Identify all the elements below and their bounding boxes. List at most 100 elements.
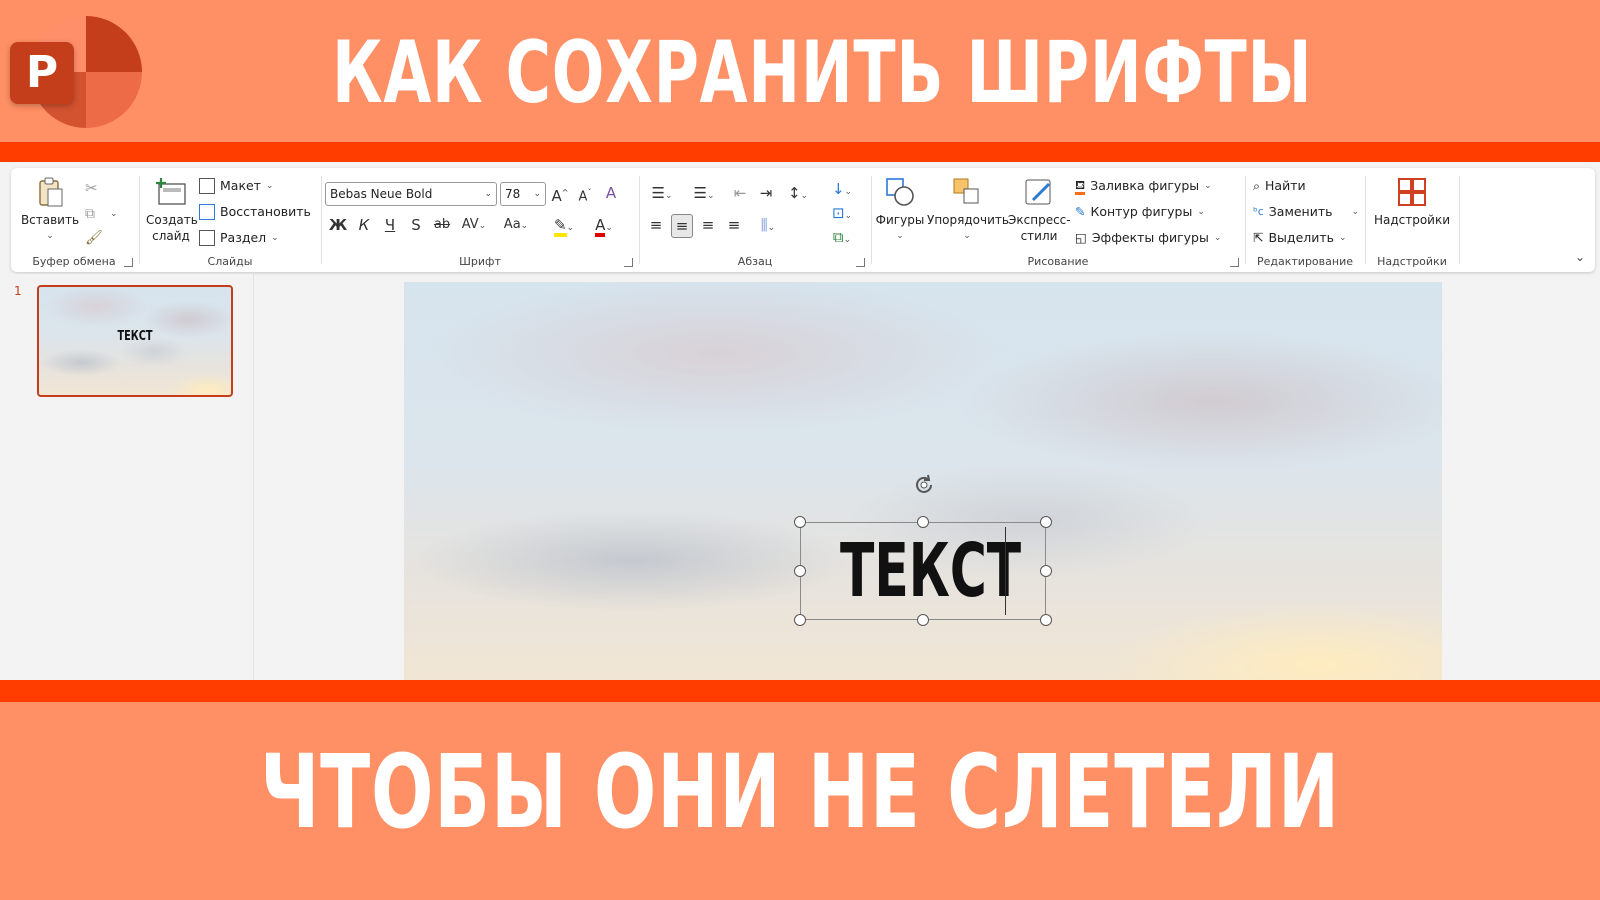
rotate-handle-icon[interactable]	[912, 473, 936, 497]
align-center-icon[interactable]: ≡	[671, 214, 693, 238]
resize-handle-top-right[interactable]	[1040, 516, 1052, 528]
paragraph-label: Абзац	[737, 255, 773, 268]
grow-font-button[interactable]: A^	[549, 182, 571, 207]
format-painter-button[interactable]: 🖌	[85, 228, 103, 248]
numbering-icon: ☰	[693, 184, 707, 202]
powerpoint-window: Вставить ⌄ ✂ ⧉ ⌄ 🖌 Буфер обмена Создать с…	[0, 162, 1600, 680]
select-button[interactable]: ⇱ Выделить ⌄	[1253, 228, 1347, 248]
bullets-icon: ☰	[651, 184, 665, 202]
new-slide-icon	[155, 176, 187, 208]
strikethrough-button[interactable]: ab	[431, 214, 453, 236]
resize-handle-left[interactable]	[794, 565, 806, 577]
resize-handle-right[interactable]	[1040, 565, 1052, 577]
replace-button[interactable]: ᵇc Заменить ⌄	[1253, 202, 1359, 222]
underline-button[interactable]: Ч	[379, 214, 401, 236]
replace-icon: ᵇc	[1253, 205, 1264, 218]
text-direction-button[interactable]: ↓⌄	[825, 178, 859, 203]
thumbnail-text: ТЕКСТ	[117, 329, 153, 344]
shapes-button[interactable]: Фигуры ⌄	[875, 176, 925, 244]
clipboard-group: Вставить ⌄ ✂ ⧉ ⌄ 🖌 Буфер обмена	[11, 168, 137, 272]
columns-button[interactable]: ⫼⌄	[751, 214, 785, 239]
find-label: Найти	[1265, 178, 1306, 193]
find-button[interactable]: ⌕ Найти	[1253, 176, 1306, 196]
italic-button[interactable]: К	[353, 214, 375, 236]
decrease-indent-icon[interactable]: ⇤	[729, 182, 751, 204]
copy-button[interactable]: ⧉ ⌄	[85, 204, 118, 224]
align-right-icon[interactable]: ≡	[697, 214, 719, 236]
logo-letter: P	[10, 42, 74, 104]
shape-fill-button[interactable]: ⛾ Заливка фигуры ⌄	[1075, 176, 1212, 196]
addins-button-label: Надстройки	[1373, 213, 1451, 227]
drawing-launcher-icon[interactable]	[1230, 258, 1239, 267]
increase-indent-icon[interactable]: ⇥	[755, 182, 777, 204]
resize-handle-top[interactable]	[917, 516, 929, 528]
change-case-button[interactable]: Aa⌄	[499, 214, 533, 237]
size-dropdown-icon[interactable]: ⌄	[533, 183, 541, 205]
banner-title-bottom: ЧТОБЫ ОНИ НЕ СЛЕТЕЛИ	[260, 733, 1340, 852]
resize-handle-bottom-left[interactable]	[794, 614, 806, 626]
arrange-button[interactable]: Упорядочить ⌄	[927, 176, 1009, 244]
paragraph-launcher-icon[interactable]	[856, 258, 865, 267]
font-color-icon: A	[595, 217, 606, 237]
layout-button[interactable]: Макет ⌄	[199, 176, 274, 196]
resize-handle-bottom[interactable]	[917, 614, 929, 626]
scissors-icon: ✂	[85, 179, 98, 197]
smartart-icon: ⧉	[832, 228, 844, 246]
numbering-button[interactable]: ☰⌄	[687, 182, 721, 207]
select-label: Выделить	[1268, 230, 1335, 245]
layout-icon	[199, 178, 215, 194]
section-icon	[199, 230, 215, 246]
font-dropdown-icon[interactable]: ⌄	[484, 183, 492, 205]
quick-styles-button[interactable]: Экспресс-стили	[1007, 176, 1071, 244]
selected-text-box[interactable]: ТЕКСТ	[794, 474, 1052, 626]
paste-button[interactable]: Вставить ⌄	[19, 176, 81, 244]
section-button[interactable]: Раздел ⌄	[199, 228, 279, 248]
arrange-label: Упорядочить	[927, 213, 1009, 227]
columns-icon: ⫼	[760, 216, 768, 234]
cursor-icon: ⇱	[1253, 230, 1264, 245]
slide-text[interactable]: ТЕКСТ	[840, 529, 1021, 613]
align-left-icon[interactable]: ≡	[645, 214, 667, 236]
smartart-button[interactable]: ⧉⌄	[825, 226, 859, 251]
slide-thumbnail[interactable]: ТЕКСТ	[37, 285, 233, 397]
arrange-icon	[951, 176, 983, 208]
editing-group: ⌕ Найти ᵇc Заменить ⌄ ⇱ Выделить ⌄ Редактиров…	[1247, 168, 1363, 272]
top-banner: P КАК СОХРАНИТЬ ШРИФТЫ	[0, 0, 1600, 142]
addins-button[interactable]: Надстройки	[1367, 176, 1457, 228]
quick-styles-icon	[1023, 176, 1055, 208]
font-color-button[interactable]: A⌄	[587, 214, 621, 239]
bullets-button[interactable]: ☰⌄	[645, 182, 679, 207]
slide-canvas[interactable]: ТЕКСТ	[404, 282, 1442, 680]
resize-handle-top-left[interactable]	[794, 516, 806, 528]
shape-outline-button[interactable]: ✎ Контур фигуры ⌄	[1075, 202, 1205, 222]
shape-effects-button[interactable]: ◱ Эффекты фигуры ⌄	[1075, 228, 1221, 248]
addins-label: Надстройки	[1377, 255, 1447, 268]
addins-group: Надстройки Надстройки	[1367, 168, 1457, 272]
bold-button[interactable]: Ж	[327, 214, 349, 236]
shadow-button[interactable]: S	[405, 214, 427, 236]
font-group: Bebas Neue Bold ⌄ 78 ⌄ A^ Aˇ A Ж К Ч S ab …	[323, 168, 637, 272]
line-spacing-button[interactable]: ↕⌄	[781, 182, 815, 207]
font-launcher-icon[interactable]	[624, 258, 633, 267]
char-spacing-button[interactable]: AV⌄	[459, 214, 489, 237]
reset-button[interactable]: Восстановить	[199, 202, 311, 222]
new-slide-label: Создать слайд	[146, 213, 198, 243]
font-size-value: 78	[505, 187, 521, 201]
bottom-stripe	[0, 680, 1600, 702]
highlight-button[interactable]: ✎⌄	[547, 214, 581, 239]
align-text-button[interactable]: ⊡⌄	[825, 202, 859, 227]
text-caret	[1005, 527, 1006, 615]
clipboard-launcher-icon[interactable]	[124, 258, 133, 267]
shrink-font-button[interactable]: Aˇ	[574, 182, 596, 208]
justify-icon[interactable]: ≡	[723, 214, 745, 236]
font-label: Шрифт	[459, 255, 501, 268]
font-size-combo[interactable]: 78 ⌄	[500, 182, 546, 206]
new-slide-button[interactable]: Создать слайд	[143, 176, 199, 244]
ribbon-collapse-icon[interactable]: ⌄	[1575, 250, 1585, 264]
slides-group: Создать слайд Макет ⌄ Восстановить Раздел…	[141, 168, 319, 272]
resize-handle-bottom-right[interactable]	[1040, 614, 1052, 626]
editing-label: Редактирование	[1257, 255, 1353, 268]
clear-formatting-icon[interactable]: A	[600, 182, 622, 204]
cut-button[interactable]: ✂	[85, 178, 98, 198]
font-name-combo[interactable]: Bebas Neue Bold ⌄	[325, 182, 497, 206]
